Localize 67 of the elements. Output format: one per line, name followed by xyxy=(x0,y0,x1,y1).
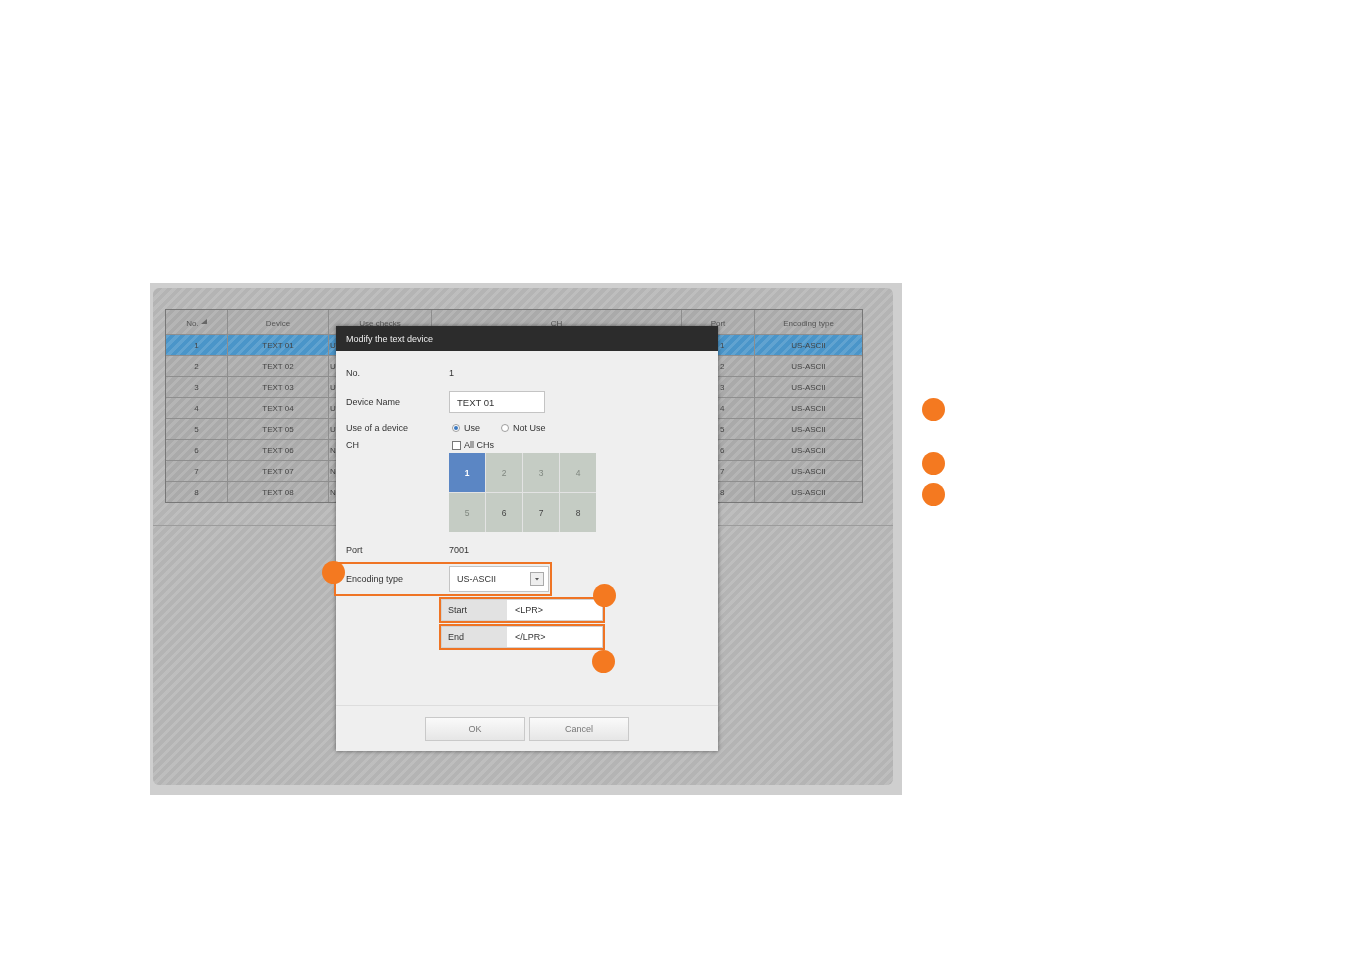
table-cell: TEXT 05 xyxy=(262,424,294,434)
table-cell: 2 xyxy=(720,361,725,371)
field-label: Use of a device xyxy=(346,423,410,433)
table-cell: TEXT 02 xyxy=(262,361,294,371)
table-cell: 5 xyxy=(720,424,725,434)
radio-option[interactable]: Not Use xyxy=(501,423,546,433)
callout-dot-icon xyxy=(922,398,945,421)
field-label: Device Name xyxy=(346,397,402,407)
channel-tile[interactable]: 8 xyxy=(560,493,596,532)
table-cell: US-ASCII xyxy=(791,466,826,476)
callout-dot-icon xyxy=(922,452,945,475)
table-cell: US-ASCII xyxy=(791,403,826,413)
field-value: 1 xyxy=(449,368,454,378)
table-cell: US-ASCII xyxy=(791,424,826,434)
table-cell: U xyxy=(330,382,336,392)
field-label: Encoding type xyxy=(346,574,405,584)
callout-dot-icon xyxy=(322,561,345,584)
table-cell: 1 xyxy=(720,340,725,350)
table-cell: 4 xyxy=(194,403,199,413)
field-label: Port xyxy=(346,545,364,555)
table-cell: US-ASCII xyxy=(791,445,826,455)
device-name-field[interactable]: TEXT 01 xyxy=(449,391,545,413)
table-cell: TEXT 01 xyxy=(262,340,294,350)
column-header[interactable]: No. xyxy=(166,310,227,334)
table-cell: 6 xyxy=(720,445,725,455)
table-cell: N xyxy=(330,445,336,455)
field-value: 7001 xyxy=(449,545,470,555)
table-cell: 1 xyxy=(194,340,199,350)
channel-tile[interactable]: 1 xyxy=(449,453,485,492)
field-label: CH xyxy=(346,440,360,450)
table-cell: 7 xyxy=(720,466,725,476)
table-cell: TEXT 03 xyxy=(262,382,294,392)
table-cell: US-ASCII xyxy=(791,382,826,392)
table-cell: TEXT 08 xyxy=(262,487,294,497)
radio-option[interactable]: Use xyxy=(452,423,480,433)
table-cell: 6 xyxy=(194,445,199,455)
table-cell: U xyxy=(330,424,336,434)
table-cell: 7 xyxy=(194,466,199,476)
dialog-button[interactable]: OK xyxy=(425,716,525,741)
table-cell: 3 xyxy=(720,382,725,392)
table-cell: U xyxy=(330,340,336,350)
all-channels-checkbox[interactable]: All CHs xyxy=(452,440,596,450)
table-cell: U xyxy=(330,403,336,413)
table-cell: US-ASCII xyxy=(791,340,826,350)
table-cell: TEXT 04 xyxy=(262,403,294,413)
table-cell: N xyxy=(330,487,336,497)
table-cell: 3 xyxy=(194,382,199,392)
encoding-select[interactable]: US-ASCII xyxy=(449,566,549,592)
table-cell: U xyxy=(330,361,336,371)
channel-tile[interactable]: 7 xyxy=(523,493,559,532)
field-label: No. xyxy=(346,368,361,378)
callout-dot-icon xyxy=(592,650,615,673)
table-cell: 5 xyxy=(194,424,199,434)
table-cell: 8 xyxy=(194,487,199,497)
channel-tile[interactable]: 6 xyxy=(486,493,522,532)
callout-dot-icon xyxy=(593,584,616,607)
dialog-title: Modify the text device xyxy=(336,326,718,351)
table-cell: US-ASCII xyxy=(791,487,826,497)
callout-dot-icon xyxy=(922,483,945,506)
table-cell: 8 xyxy=(720,487,725,497)
table-cell: 4 xyxy=(720,403,725,413)
table-cell: US-ASCII xyxy=(791,361,826,371)
table-cell: 2 xyxy=(194,361,199,371)
table-cell: N xyxy=(330,466,336,476)
table-cell: TEXT 06 xyxy=(262,445,294,455)
table-cell: TEXT 07 xyxy=(262,466,294,476)
dialog-button[interactable]: Cancel xyxy=(529,716,629,741)
